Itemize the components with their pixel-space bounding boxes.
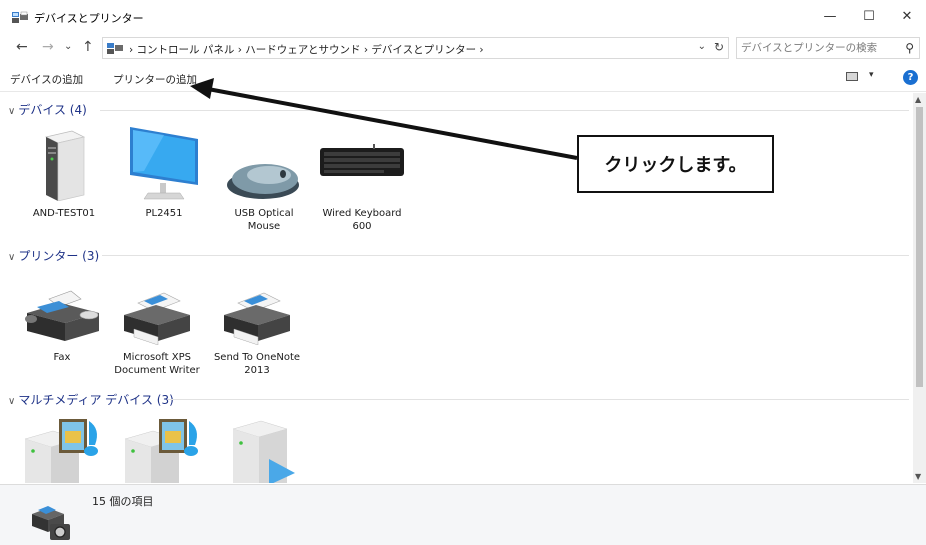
group-title: デバイス (4) (18, 103, 87, 117)
printer-item[interactable]: Send To OneNote 2013 (213, 273, 301, 377)
group-divider (102, 255, 909, 256)
group-divider (100, 110, 909, 111)
monitor-icon (130, 127, 198, 200)
search-box[interactable]: ⚲ (736, 37, 920, 59)
collapse-chevron-icon[interactable]: ∨ (8, 396, 15, 407)
minimize-button[interactable]: — (811, 0, 849, 33)
scroll-up-arrow-icon[interactable]: ▲ (915, 95, 921, 104)
group-header-printers[interactable]: ∨ プリンター (3) (8, 247, 99, 264)
group-title: マルチメディア デバイス (3) (18, 393, 174, 407)
group-header-multimedia[interactable]: ∨ マルチメディア デバイス (3) (8, 391, 174, 408)
printer-item[interactable]: Microsoft XPS Document Writer (113, 273, 201, 377)
media-device-item[interactable] (218, 413, 306, 483)
device-label: USB Optical Mouse (234, 208, 294, 232)
search-input[interactable] (741, 40, 891, 56)
keyboard-icon (320, 144, 404, 176)
printer-item[interactable]: Fax (18, 273, 106, 364)
media-device-icon (232, 420, 295, 483)
details-pane: 15 個の項目 (0, 484, 926, 545)
collapse-chevron-icon[interactable]: ∨ (8, 106, 15, 117)
control-panel-location-icon (107, 43, 123, 54)
command-bar: デバイスの追加 プリンターの追加 ▾ ? (0, 64, 926, 92)
devices-content-pane: ∨ デバイス (4) AND-TEST01 PL2451 USB Optical… (0, 93, 913, 483)
group-title: プリンター (3) (18, 249, 100, 263)
devices-printers-thumbnail-icon (32, 506, 70, 540)
mouse-icon (227, 164, 299, 199)
window-title: デバイスとプリンター (34, 12, 144, 25)
fax-icon (25, 290, 99, 341)
group-header-devices[interactable]: ∨ デバイス (4) (8, 101, 87, 118)
recent-locations-chevron-icon[interactable]: ⌄ (64, 41, 72, 52)
maximize-button[interactable]: ☐ (850, 0, 888, 33)
navigation-bar: ← → ⌄ ↑ › コントロール パネル › ハードウェアとサウンド › デバイ… (0, 33, 926, 63)
view-options-dropdown-icon[interactable]: ▾ (869, 70, 874, 80)
address-bar[interactable]: › コントロール パネル › ハードウェアとサウンド › デバイスとプリンター … (102, 37, 729, 59)
media-server-icon (124, 419, 198, 483)
scrollbar-thumb[interactable] (916, 107, 923, 387)
device-item[interactable]: AND-TEST01 (20, 121, 108, 220)
printer-label: Send To OneNote 2013 (213, 352, 301, 376)
add-device-button[interactable]: デバイスの追加 (10, 72, 83, 87)
media-device-item[interactable] (18, 413, 106, 483)
media-device-item[interactable] (118, 413, 206, 483)
device-label: AND-TEST01 (32, 208, 96, 219)
media-server-icon (24, 419, 98, 483)
forward-arrow-icon[interactable]: → (42, 39, 54, 55)
back-arrow-icon[interactable]: ← (16, 39, 28, 55)
up-arrow-icon[interactable]: ↑ (82, 39, 94, 55)
device-label: Wired Keyboard 600 (322, 208, 402, 232)
device-item[interactable]: PL2451 (120, 121, 208, 220)
scroll-down-arrow-icon[interactable]: ▼ (915, 472, 921, 481)
printer-icon (224, 292, 290, 345)
item-count: 15 個の項目 (92, 495, 154, 508)
close-button[interactable]: ✕ (888, 0, 926, 33)
vertical-scrollbar[interactable]: ▲ ▼ (913, 93, 926, 483)
annotation-callout: クリックします。 (577, 135, 774, 193)
refresh-icon[interactable]: ↻ (714, 40, 724, 54)
title-bar: デバイスとプリンター — ☐ ✕ (0, 0, 926, 33)
group-divider (168, 399, 909, 400)
printer-icon (124, 292, 190, 345)
search-icon[interactable]: ⚲ (905, 41, 914, 55)
devices-printers-app-icon (12, 11, 28, 23)
add-printer-button[interactable]: プリンターの追加 (113, 72, 197, 87)
breadcrumb[interactable]: › コントロール パネル › ハードウェアとサウンド › デバイスとプリンター … (129, 42, 484, 57)
device-label: PL2451 (145, 208, 183, 219)
change-view-icon[interactable] (846, 72, 858, 81)
printer-label: Microsoft XPS Document Writer (114, 352, 200, 376)
printer-label: Fax (53, 352, 71, 363)
address-dropdown-chevron-icon[interactable]: ⌄ (698, 41, 706, 52)
collapse-chevron-icon[interactable]: ∨ (8, 252, 15, 263)
device-item[interactable]: USB Optical Mouse (220, 121, 308, 233)
computer-tower-icon (44, 130, 86, 201)
help-button[interactable]: ? (903, 70, 918, 85)
device-item[interactable]: Wired Keyboard 600 (318, 121, 406, 233)
